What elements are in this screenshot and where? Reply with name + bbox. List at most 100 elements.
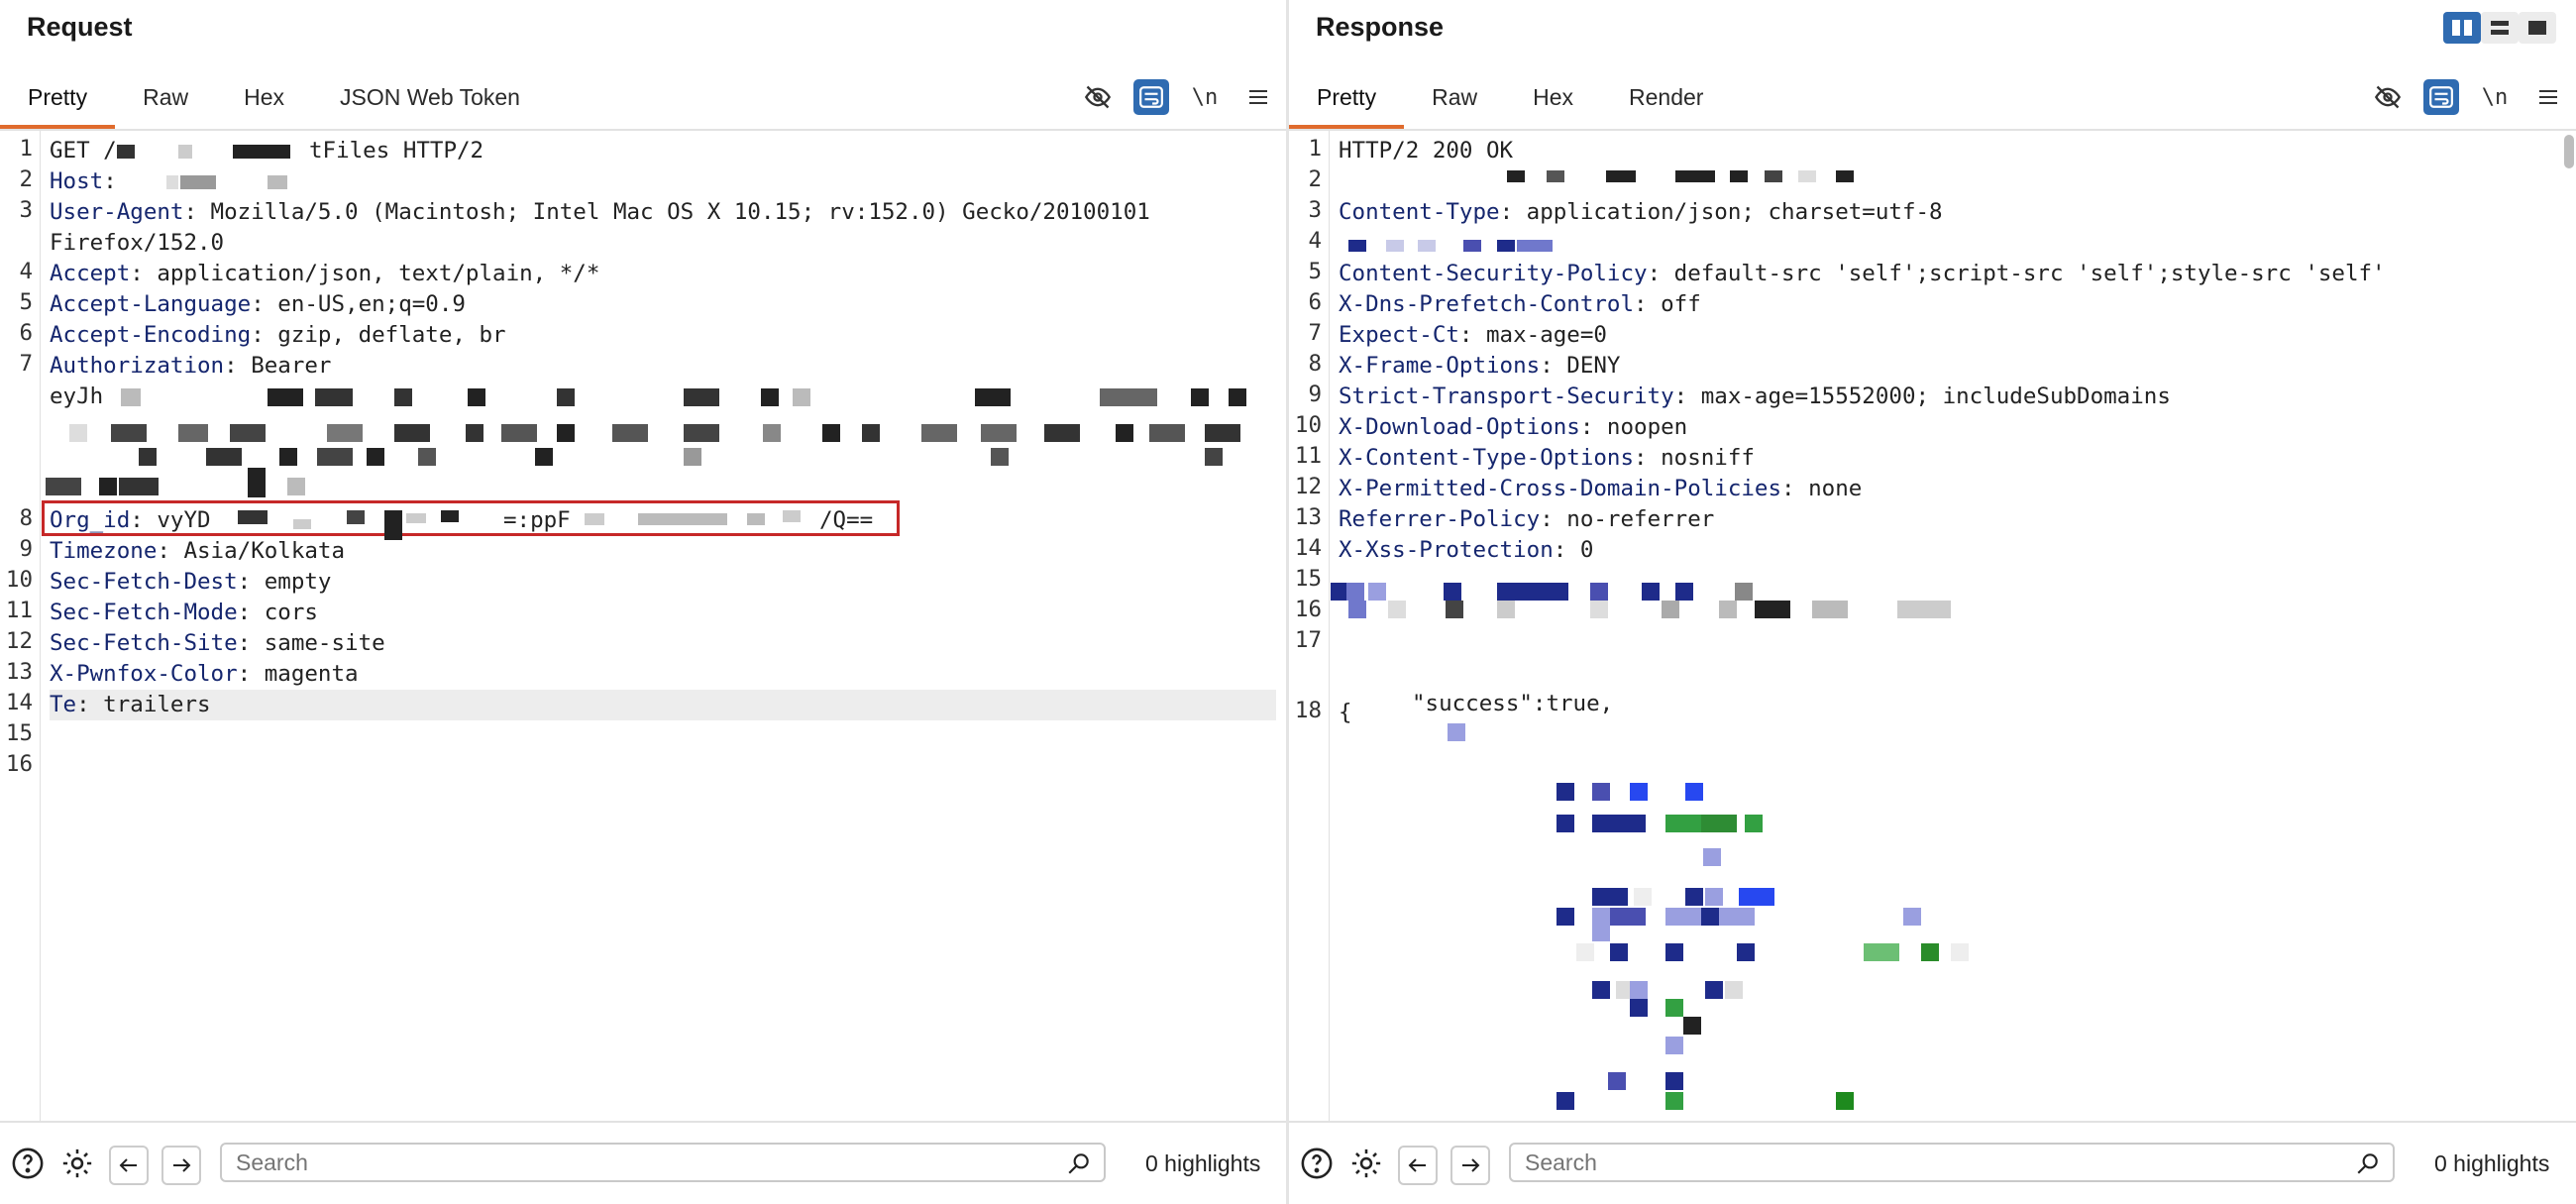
redaction-block	[1608, 1072, 1626, 1090]
hide-icon[interactable]	[2370, 79, 2406, 115]
redaction-block	[287, 478, 305, 495]
redaction-block	[1191, 388, 1209, 406]
redaction-block	[1765, 170, 1782, 182]
redaction-block	[279, 448, 297, 466]
header-value: : no-referrer	[1540, 506, 1715, 532]
forward-arrow-icon[interactable]	[161, 1146, 201, 1185]
tab-hex[interactable]: Hex	[216, 69, 312, 127]
request-search[interactable]	[220, 1143, 1106, 1182]
request-tools: \n	[1080, 79, 1276, 115]
header-value: : Mozilla/5.0 (Macintosh; Intel Mac OS X…	[183, 199, 1150, 225]
search-icon	[1066, 1150, 1092, 1181]
redaction-block	[206, 448, 242, 466]
search-icon	[2355, 1150, 2381, 1181]
redaction-block	[1592, 815, 1646, 832]
response-scrollbar[interactable]	[2564, 135, 2574, 168]
redaction-block	[1665, 1037, 1683, 1054]
redaction-block	[1739, 888, 1774, 906]
tab-hex[interactable]: Hex	[1505, 69, 1601, 127]
tab-render[interactable]: Render	[1601, 69, 1731, 127]
redaction-block	[1685, 783, 1703, 801]
response-bottombar: 0 highlights	[1289, 1121, 2576, 1204]
redaction-block	[1665, 815, 1701, 832]
redaction-block	[1348, 601, 1366, 618]
tab-raw[interactable]: Raw	[1404, 69, 1505, 127]
header-key: Content-Security-Policy	[1339, 261, 1648, 286]
header-value: HTTP/2 200 OK	[1339, 138, 1514, 164]
tab-pretty[interactable]: Pretty	[0, 69, 116, 129]
wrap-icon[interactable]	[1133, 79, 1169, 115]
header-value: :	[103, 168, 117, 194]
redaction-block	[466, 424, 483, 442]
redaction-block	[248, 468, 266, 497]
redaction-block	[991, 448, 1009, 466]
code-line: Sec-Fetch-Site: same-site	[50, 628, 1276, 659]
layout-tabs-icon[interactable]	[2519, 12, 2556, 44]
response-editor[interactable]: 1 HTTP/2 200 OK 2 3 Content-Type: applicatio…	[1289, 131, 2576, 1123]
header-key: X-Content-Type-Options	[1339, 445, 1635, 471]
menu-icon[interactable]	[2530, 79, 2566, 115]
line-number: 16	[1294, 597, 1322, 622]
help-icon[interactable]	[1299, 1146, 1335, 1181]
request-search-input[interactable]	[222, 1145, 1026, 1180]
redaction-block	[1576, 943, 1594, 961]
settings-icon[interactable]	[1348, 1146, 1384, 1181]
line-number: 14	[5, 690, 33, 715]
redaction-block	[1590, 583, 1608, 601]
code-line: Sec-Fetch-Mode: cors	[50, 598, 1276, 628]
redaction-block	[293, 519, 311, 529]
response-search[interactable]	[1509, 1143, 2395, 1182]
header-key: X-Permitted-Cross-Domain-Policies	[1339, 476, 1782, 501]
redaction-block	[1755, 601, 1790, 618]
back-arrow-icon[interactable]	[1398, 1146, 1438, 1185]
hide-icon[interactable]	[1080, 79, 1116, 115]
help-icon[interactable]	[10, 1146, 46, 1181]
response-pane: Response Pretty Raw Hex Render \n 1 HTTP…	[1289, 0, 2576, 1204]
request-title: Request	[27, 12, 133, 42]
back-arrow-icon[interactable]	[109, 1146, 149, 1185]
tab-pretty[interactable]: Pretty	[1289, 69, 1405, 129]
redaction-block	[1836, 1092, 1854, 1110]
redaction-block	[233, 145, 290, 159]
line-number: 9	[19, 536, 33, 562]
newline-toggle[interactable]: \n	[1187, 79, 1223, 115]
redaction-block	[1703, 848, 1721, 866]
tab-json-web-token[interactable]: JSON Web Token	[312, 69, 548, 127]
request-path-fragment: tFiles HTTP/2	[309, 138, 484, 164]
redaction-block	[1463, 240, 1481, 252]
redaction-block	[1590, 601, 1608, 618]
redaction-block	[1610, 943, 1628, 961]
request-editor[interactable]: 1 GET / 2 Host: 3 User-Agent: Mozilla/5.0 (Ma…	[0, 131, 1286, 1123]
layout-stacked-icon[interactable]	[2481, 12, 2519, 44]
tab-raw[interactable]: Raw	[115, 69, 216, 127]
header-key: Timezone	[50, 538, 158, 564]
redaction-block	[347, 510, 365, 524]
header-value: : max-age=0	[1458, 322, 1607, 348]
settings-icon[interactable]	[59, 1146, 95, 1181]
redaction-block	[684, 424, 719, 442]
response-search-input[interactable]	[1511, 1145, 2315, 1180]
redaction-block	[1864, 943, 1899, 961]
wrap-icon[interactable]	[2423, 79, 2459, 115]
redaction-block	[1798, 170, 1816, 182]
menu-icon[interactable]	[1240, 79, 1276, 115]
redaction-block	[46, 478, 81, 495]
request-tabbar: Pretty Raw Hex JSON Web Token \n	[0, 69, 1286, 131]
redaction-block	[268, 175, 287, 189]
header-value: Firefox/152.0	[50, 230, 225, 256]
header-key: Accept	[50, 261, 131, 286]
redaction-block	[1229, 388, 1246, 406]
redaction-block	[822, 424, 840, 442]
redaction-block	[684, 388, 719, 406]
redaction-block	[1665, 908, 1701, 926]
layout-side-by-side-icon[interactable]	[2443, 12, 2481, 44]
line-number: 6	[19, 320, 33, 346]
newline-toggle[interactable]: \n	[2477, 79, 2513, 115]
redaction-block	[384, 510, 402, 540]
redaction-block	[119, 478, 159, 495]
code-line: X-Dns-Prefetch-Control: off	[1339, 289, 2566, 320]
forward-arrow-icon[interactable]	[1450, 1146, 1490, 1185]
redaction-block	[1951, 943, 1969, 961]
